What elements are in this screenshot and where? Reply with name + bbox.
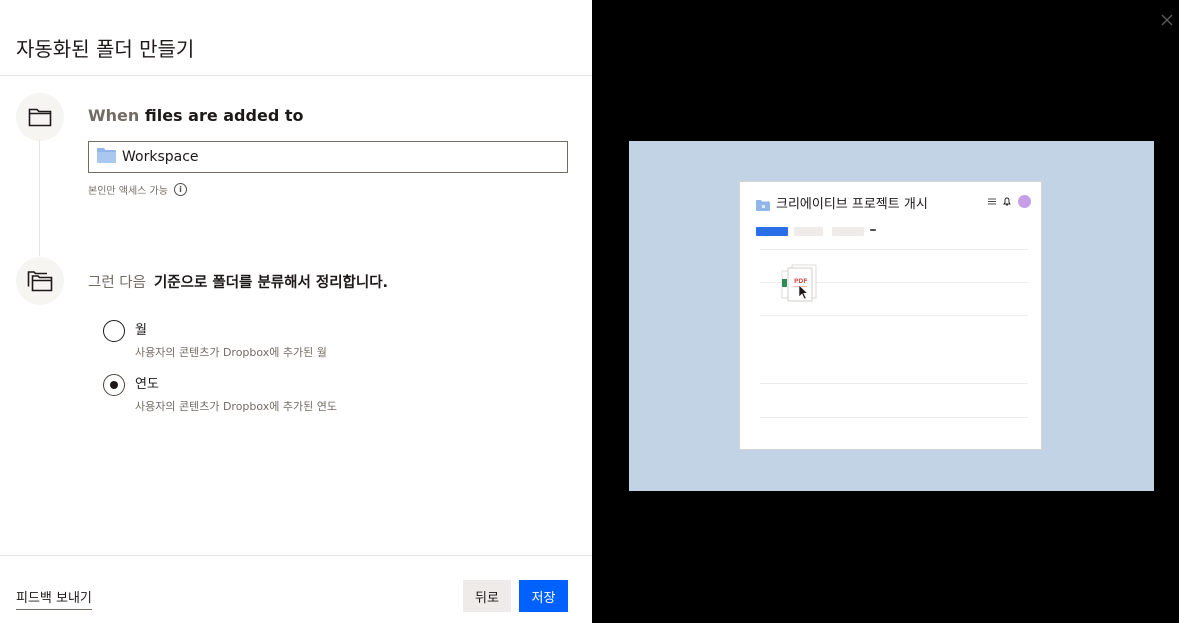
preview-share-button — [832, 227, 864, 236]
step1-title: When files are added to — [88, 106, 303, 125]
preview-animation: 크리에이티브 프로젝트 개시 PDF — [629, 141, 1154, 491]
option-month-label: 월 — [135, 323, 147, 338]
preview-divider — [760, 249, 1028, 250]
info-icon[interactable]: i — [173, 183, 187, 196]
option-year[interactable]: 연도 사용자의 콘텐츠가 Dropbox에 추가된 연도 — [103, 373, 337, 414]
step1-title-prefix: When — [88, 106, 140, 125]
save-button[interactable]: 저장 — [519, 580, 568, 612]
preview-card-icons — [988, 195, 1031, 208]
option-month[interactable]: 월 사용자의 콘텐츠가 Dropbox에 추가된 월 — [103, 319, 327, 360]
dialog-title: 자동화된 폴더 만들기 — [16, 37, 195, 61]
feedback-link[interactable]: 피드백 보내기 — [16, 587, 92, 610]
step-connector — [39, 140, 40, 256]
preview-upload-button — [756, 227, 788, 236]
step1-title-rest: files are added to — [144, 106, 304, 125]
radio-button-year[interactable] — [103, 374, 125, 396]
folders-icon — [16, 257, 64, 305]
preview-folder-icon — [756, 196, 770, 215]
bell-icon — [1003, 197, 1011, 206]
menu-icon — [988, 198, 996, 205]
preview-card: 크리에이티브 프로젝트 개시 PDF — [739, 181, 1042, 450]
folder-picker-input[interactable]: Workspace — [88, 141, 568, 173]
close-icon[interactable] — [1159, 12, 1175, 28]
access-note: 본인만 액세스 가능 i — [88, 182, 187, 197]
pdf-label: PDF — [794, 278, 807, 285]
blue-folder-icon — [97, 147, 116, 167]
preview-divider — [760, 417, 1028, 418]
folder-name: Workspace — [122, 149, 199, 165]
avatar — [1018, 195, 1031, 208]
option-year-label: 연도 — [135, 377, 159, 392]
dialog-panel: 자동화된 폴더 만들기 When files are added to Work… — [0, 0, 592, 623]
back-button[interactable]: 뒤로 — [463, 580, 511, 612]
step2-title-prefix: 그런 다음 — [88, 275, 146, 291]
preview-divider — [760, 383, 1028, 384]
option-month-description: 사용자의 콘텐츠가 Dropbox에 추가된 월 — [135, 346, 327, 359]
radio-button-month[interactable] — [103, 320, 125, 342]
step2-title: 그런 다음 기준으로 폴더를 분류해서 정리합니다. — [88, 271, 388, 292]
file-stack-icon: PDF — [778, 262, 824, 312]
preview-create-button — [794, 227, 823, 236]
access-note-text: 본인만 액세스 가능 — [88, 186, 168, 197]
preview-divider — [760, 315, 1028, 316]
step2-title-rest: 기준으로 폴더를 분류해서 정리합니다. — [153, 275, 389, 291]
folder-icon — [16, 93, 64, 141]
preview-more-icon — [870, 229, 876, 231]
option-year-description: 사용자의 콘텐츠가 Dropbox에 추가된 연도 — [135, 400, 338, 413]
preview-card-title: 크리에이티브 프로젝트 개시 — [776, 197, 928, 212]
